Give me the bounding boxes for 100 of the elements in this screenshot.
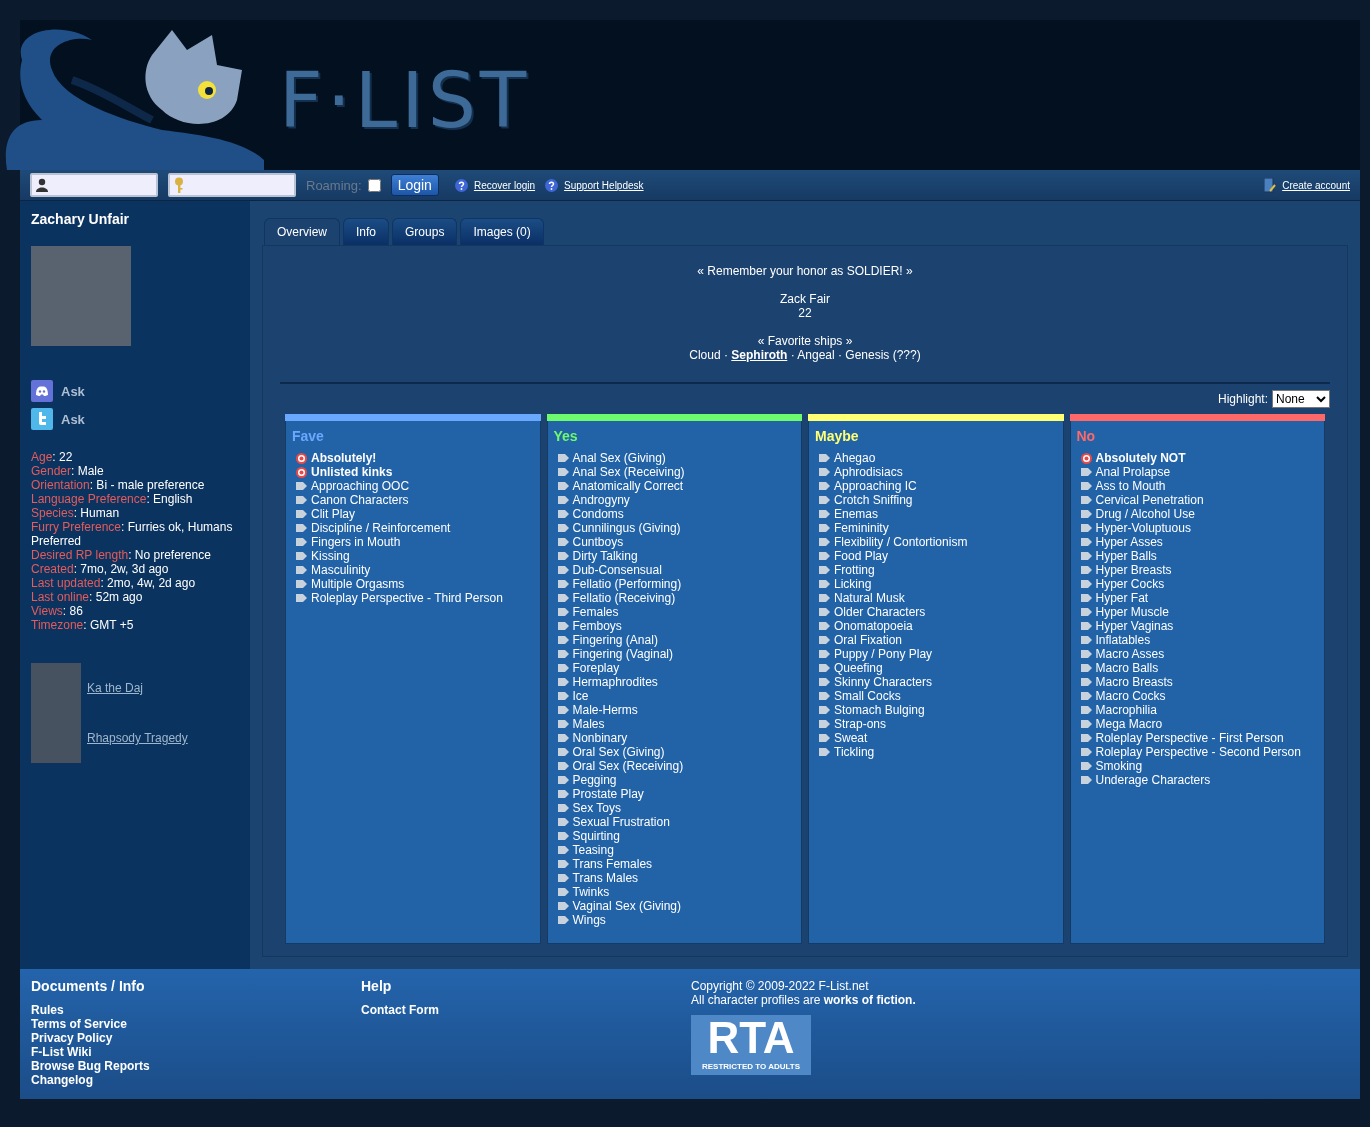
kink-item[interactable]: Approaching IC (834, 479, 917, 493)
kink-item[interactable]: Hyper Vaginas (1095, 619, 1174, 633)
kink-item[interactable]: Sweat (834, 731, 868, 745)
kink-item[interactable]: Oral Sex (Giving) (572, 745, 665, 759)
kink-item[interactable]: Tickling (834, 745, 875, 759)
kink-item[interactable]: Oral Fixation (834, 633, 903, 647)
kink-item[interactable]: Macro Cocks (1095, 689, 1166, 703)
kink-item[interactable]: Ice (572, 689, 589, 703)
tab[interactable]: Groups (392, 218, 458, 245)
kink-item[interactable]: Clit Play (311, 507, 355, 521)
kink-item[interactable]: Hyper Breasts (1095, 563, 1172, 577)
kink-item[interactable]: Femininity (834, 521, 889, 535)
kink-item[interactable]: Cuntboys (572, 535, 624, 549)
kink-item[interactable]: Cervical Penetration (1095, 493, 1204, 507)
kink-item[interactable]: Aphrodisiacs (834, 465, 903, 479)
footer-link[interactable]: Rules (31, 1003, 361, 1017)
kink-item[interactable]: Stomach Bulging (834, 703, 925, 717)
kink-item[interactable]: Femboys (572, 619, 622, 633)
custom-kink-item[interactable]: Absolutely! (311, 451, 377, 465)
kink-item[interactable]: Discipline / Reinforcement (311, 521, 451, 535)
kink-item[interactable]: Pegging (572, 773, 617, 787)
kink-item[interactable]: Nonbinary (572, 731, 628, 745)
kink-item[interactable]: Oral Sex (Receiving) (572, 759, 684, 773)
kink-item[interactable]: Sex Toys (572, 801, 621, 815)
kink-item[interactable]: Condoms (572, 507, 624, 521)
kink-item[interactable]: Prostate Play (572, 787, 644, 801)
footer-link[interactable]: Changelog (31, 1073, 361, 1087)
kink-item[interactable]: Ahegao (834, 451, 876, 465)
kink-item[interactable]: Small Cocks (834, 689, 901, 703)
highlight-dropdown[interactable]: None (1272, 390, 1330, 408)
kink-item[interactable]: Squirting (572, 829, 620, 843)
site-logo-text[interactable]: F·LIST (279, 55, 531, 145)
kink-item[interactable]: Fingers in Mouth (311, 535, 401, 549)
tab[interactable]: Overview (264, 218, 340, 245)
login-button[interactable]: Login (390, 174, 439, 196)
kink-item[interactable]: Fellatio (Receiving) (572, 591, 676, 605)
footer-link[interactable]: Privacy Policy (31, 1031, 361, 1045)
kink-item[interactable]: Crotch Sniffing (834, 493, 913, 507)
kink-item[interactable]: Mega Macro (1095, 717, 1163, 731)
kink-item[interactable]: Roleplay Perspective - Second Person (1095, 745, 1301, 759)
kink-item[interactable]: Anatomically Correct (572, 479, 684, 493)
kink-item[interactable]: Drug / Alcohol Use (1095, 507, 1195, 521)
kink-item[interactable]: Flexibility / Contortionism (834, 535, 968, 549)
kink-item[interactable]: Macrophilia (1095, 703, 1157, 717)
kink-item[interactable]: Cunnilingus (Giving) (572, 521, 681, 535)
kink-item[interactable]: Wings (572, 913, 606, 927)
discord-icon[interactable] (31, 380, 53, 402)
kink-item[interactable]: Hyper Fat (1095, 591, 1149, 605)
kink-item[interactable]: Hyper Muscle (1095, 605, 1169, 619)
kink-item[interactable]: Onomatopoeia (834, 619, 913, 633)
kink-item[interactable]: Puppy / Pony Play (834, 647, 933, 661)
custom-kink-item[interactable]: Absolutely NOT (1095, 451, 1186, 465)
kink-item[interactable]: Multiple Orgasms (311, 577, 405, 591)
kink-item[interactable]: Smoking (1095, 759, 1143, 773)
kink-item[interactable]: Canon Characters (311, 493, 409, 507)
kink-item[interactable]: Anal Prolapse (1095, 465, 1171, 479)
footer-link[interactable]: Browse Bug Reports (31, 1059, 361, 1073)
kink-item[interactable]: Teasing (572, 843, 614, 857)
kink-item[interactable]: Food Play (834, 549, 889, 563)
tab[interactable]: Info (343, 218, 390, 245)
kink-item[interactable]: Strap-ons (834, 717, 887, 731)
kink-item[interactable]: Underage Characters (1095, 773, 1211, 787)
kink-item[interactable]: Roleplay Perspective - First Person (1095, 731, 1284, 745)
kink-item[interactable]: Fingering (Vaginal) (572, 647, 673, 661)
kink-item[interactable]: Androgyny (572, 493, 630, 507)
kink-item[interactable]: Masculinity (311, 563, 371, 577)
custom-kink-item[interactable]: Unlisted kinks (311, 465, 393, 479)
footer-link[interactable]: F-List Wiki (31, 1045, 361, 1059)
kink-item[interactable]: Natural Musk (834, 591, 905, 605)
kink-item[interactable]: Females (572, 605, 619, 619)
kink-item[interactable]: Frotting (834, 563, 875, 577)
rta-badge[interactable]: RTA RESTRICTED TO ADULTS (691, 1015, 811, 1075)
kink-item[interactable]: Enemas (834, 507, 879, 521)
help-link[interactable]: Support Helpdesk (564, 179, 644, 191)
kink-item[interactable]: Trans Males (572, 871, 639, 885)
friend-link[interactable]: Rhapsody Tragedy (87, 731, 188, 745)
password-field[interactable] (168, 173, 296, 197)
kink-item[interactable]: Queefing (834, 661, 883, 675)
kink-item[interactable]: Macro Asses (1095, 647, 1165, 661)
kink-item[interactable]: Hermaphrodites (572, 675, 658, 689)
roaming-checkbox[interactable] (367, 178, 381, 192)
kink-item[interactable]: Approaching OOC (311, 479, 410, 493)
kink-item[interactable]: Hyper Asses (1095, 535, 1163, 549)
kink-item[interactable]: Male-Herms (572, 703, 638, 717)
kink-item[interactable]: Hyper Balls (1095, 549, 1157, 563)
kink-item[interactable]: Hyper-Voluptuous (1095, 521, 1191, 535)
kink-item[interactable]: Dub-Consensual (572, 563, 662, 577)
kink-item[interactable]: Fingering (Anal) (572, 633, 658, 647)
kink-item[interactable]: Inflatables (1095, 633, 1151, 647)
kink-item[interactable]: Anal Sex (Receiving) (572, 465, 685, 479)
kink-item[interactable]: Vaginal Sex (Giving) (572, 899, 681, 913)
kink-item[interactable]: Ass to Mouth (1095, 479, 1166, 493)
kink-item[interactable]: Dirty Talking (572, 549, 638, 563)
kink-item[interactable]: Macro Balls (1095, 661, 1159, 675)
kink-item[interactable]: Anal Sex (Giving) (572, 451, 666, 465)
kink-item[interactable]: Kissing (311, 549, 350, 563)
kink-item[interactable]: Trans Females (572, 857, 653, 871)
kink-item[interactable]: Skinny Characters (834, 675, 933, 689)
create-account-link[interactable]: Create account (1282, 179, 1350, 191)
help-link[interactable]: Recover login (473, 179, 536, 191)
